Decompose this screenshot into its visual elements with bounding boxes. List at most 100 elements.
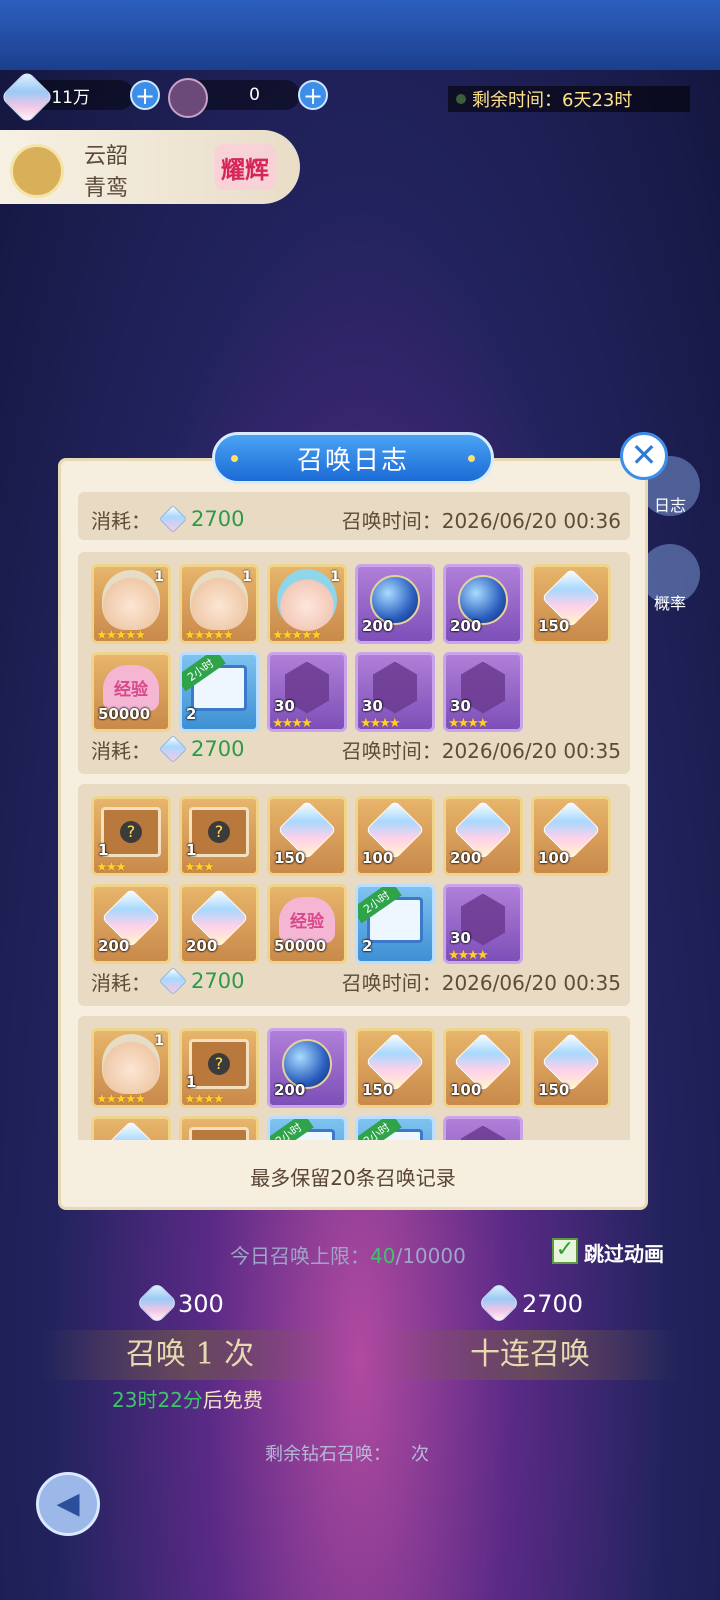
reward-item[interactable]: 150: [531, 1028, 611, 1108]
star-rating: ★★★★★: [184, 628, 234, 643]
reward-item[interactable]: 100: [531, 796, 611, 876]
reward-item[interactable]: 1★★★: [91, 796, 171, 876]
reward-item[interactable]: 100: [443, 1028, 523, 1108]
reward-item[interactable]: 30 ★★★★: [267, 652, 347, 732]
rate-button-label: 概率: [653, 594, 686, 613]
dialog-title: 召唤日志: [212, 432, 494, 484]
rate-button[interactable]: 概率: [640, 544, 700, 613]
title-ornament-icon: [468, 455, 475, 462]
reward-item[interactable]: [443, 1116, 523, 1140]
item-level: 1: [154, 1033, 164, 1049]
log-button-label: 日志: [653, 496, 686, 515]
record-footer: 消耗： 2700 召唤时间：2026/06/20 00:36: [91, 504, 621, 534]
add-ticket-button[interactable]: +: [298, 80, 328, 110]
box-icon: [189, 806, 249, 857]
box-icon: [101, 806, 161, 857]
time-label: 召唤时间：: [341, 508, 442, 533]
time-value: 2026/06/20 00:35: [441, 738, 621, 763]
timer-value: 6天23时: [562, 90, 633, 111]
item-count: 30: [274, 697, 295, 715]
skip-animation-checkbox[interactable]: ✓: [552, 1238, 578, 1264]
star-rating: ★★★★: [184, 1092, 225, 1107]
reward-item[interactable]: 30 ★★★★: [355, 652, 435, 732]
shard-icon: [461, 1125, 505, 1140]
reward-item[interactable]: 200: [443, 796, 523, 876]
reward-item[interactable]: 2小时 2: [179, 652, 259, 732]
item-count: 100: [450, 1081, 482, 1099]
star-rating: ★★★: [96, 860, 127, 875]
reward-item[interactable]: 200: [355, 564, 435, 644]
time-label: 召唤时间：: [341, 970, 442, 995]
reward-item[interactable]: 100: [355, 796, 435, 876]
reward-item[interactable]: 200: [179, 884, 259, 964]
reward-item[interactable]: [179, 1116, 259, 1140]
star-rating: ★★★★★: [272, 628, 322, 643]
reward-item[interactable]: 30 ★★★★: [443, 652, 523, 732]
reward-item[interactable]: 30 ★★★★: [443, 884, 523, 964]
log-list[interactable]: 消耗： 2700 召唤时间：2026/06/20 00:36 1 ★★★★★ 1 ★★…: [78, 492, 630, 1140]
event-timer: 剩余时间： 6天23时: [448, 86, 690, 112]
reward-item[interactable]: 150: [355, 1028, 435, 1108]
time-value: 2026/06/20 00:36: [441, 508, 621, 533]
reward-item[interactable]: [91, 1116, 171, 1140]
reward-item[interactable]: 1 ★★★★★: [91, 1028, 171, 1108]
face2-icon: [277, 568, 337, 631]
diamond-icon: [135, 1281, 179, 1325]
star-rating: ★★★★: [448, 948, 489, 963]
reward-item[interactable]: 1 ★★★★★: [179, 564, 259, 644]
cost-value: 2700: [191, 969, 245, 993]
item-count: 1: [98, 841, 109, 859]
top-banner: [0, 0, 720, 70]
log-record: 1★★★★★1★★★★2001501001502小时2小时: [78, 1016, 630, 1140]
reward-item[interactable]: 200: [91, 884, 171, 964]
reward-grid: 1★★★1★★★150100200100200200经验500002小时230★…: [91, 796, 611, 964]
skip-animation-label[interactable]: 跳过动画: [584, 1238, 664, 1267]
reward-item[interactable]: 150: [531, 564, 611, 644]
item-level: 1: [154, 569, 164, 585]
free-suffix: 后免费: [202, 1388, 263, 1412]
free-countdown: 23时22分后免费: [112, 1384, 263, 1413]
reward-item[interactable]: 150: [267, 796, 347, 876]
limit-label: 今日召唤上限：: [230, 1244, 370, 1268]
item-level: 1: [242, 569, 252, 585]
summon-ten-button[interactable]: 十连召唤: [380, 1330, 680, 1380]
reward-item[interactable]: 200: [443, 564, 523, 644]
item-count: 2: [186, 705, 197, 723]
reward-item[interactable]: 200: [267, 1028, 347, 1108]
star-rating: ★★★★★: [96, 628, 146, 643]
reward-item[interactable]: 1★★★★: [179, 1028, 259, 1108]
item-count: 100: [362, 849, 394, 867]
add-diamond-button[interactable]: +: [130, 80, 160, 110]
diamond-icon: [477, 1281, 521, 1325]
reward-item[interactable]: 1★★★: [179, 796, 259, 876]
ticket-count: 0: [249, 85, 260, 105]
close-button[interactable]: ✕: [620, 432, 668, 480]
reward-item[interactable]: 2小时: [355, 1116, 435, 1140]
item-level: 1: [330, 569, 340, 585]
daily-limit: 今日召唤上限：40/10000: [230, 1240, 466, 1269]
reward-item[interactable]: 经验 50000: [91, 652, 171, 732]
item-count: 150: [538, 617, 570, 635]
reward-item[interactable]: 1 ★★★★★: [267, 564, 347, 644]
log-record: 消耗： 2700 召唤时间：2026/06/20 00:36: [78, 492, 630, 540]
reward-item[interactable]: 2小时 2: [355, 884, 435, 964]
item-count: 200: [450, 849, 482, 867]
timer-label: 剩余时间：: [472, 90, 562, 111]
reward-item[interactable]: 1 ★★★★★: [91, 564, 171, 644]
reward-item[interactable]: 经验 50000: [267, 884, 347, 964]
face-icon: [190, 569, 248, 630]
item-count: 1: [186, 841, 197, 859]
dialog-title-text: 召唤日志: [296, 445, 409, 476]
hero-title: 云韶: [84, 144, 129, 169]
reward-grid: 1 ★★★★★ 1 ★★★★★ 1 ★★★★★ 200 200 150 经验 50000 2小时 2 30…: [91, 564, 611, 732]
back-button[interactable]: ◀: [36, 1472, 100, 1536]
item-count: 1: [186, 1073, 197, 1091]
remain-label: 剩余钻石召唤：: [265, 1444, 391, 1465]
item-count: 150: [538, 1081, 570, 1099]
summon-once-button[interactable]: 召唤 1 次: [40, 1330, 340, 1380]
box-icon: [189, 1126, 249, 1140]
reward-item[interactable]: 2小时: [267, 1116, 347, 1140]
star-rating: ★★★★: [360, 716, 401, 731]
free-time: 23时22分: [112, 1388, 203, 1412]
cost-value: 2700: [191, 737, 245, 761]
